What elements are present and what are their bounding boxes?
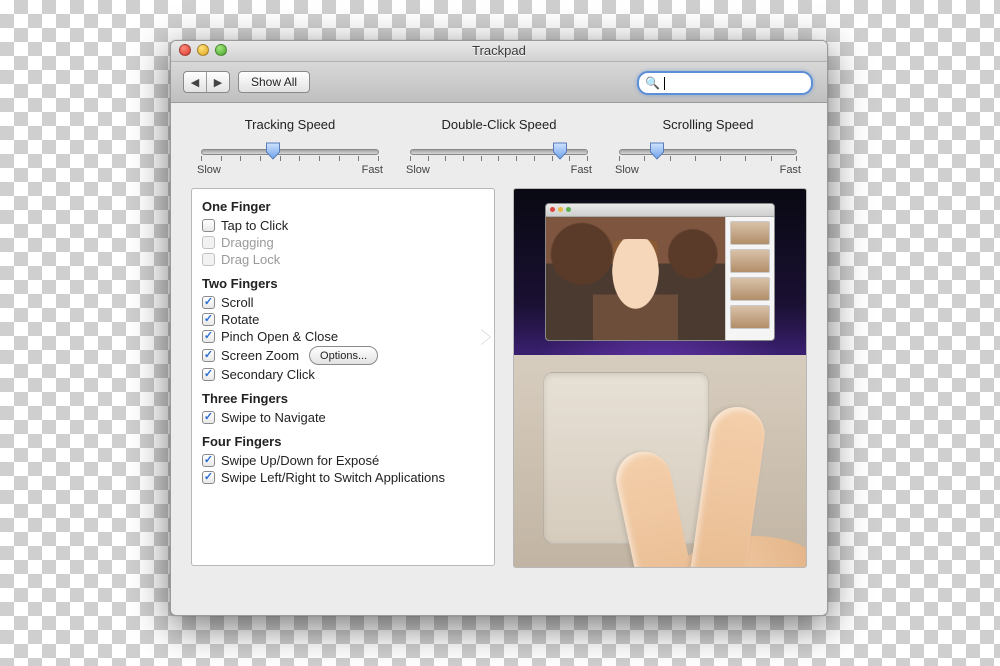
doubleclick-speed-thumb[interactable] [552, 142, 567, 160]
tracking-speed-label: Tracking Speed [195, 117, 385, 132]
content-row: One Finger Tap to Click Dragging Drag Lo… [191, 188, 807, 568]
gesture-preview [513, 188, 807, 568]
opt-dragging: Dragging [202, 234, 484, 251]
doubleclick-fast-label: Fast [571, 164, 592, 176]
search-input[interactable] [665, 75, 805, 91]
opt-drag-lock: Drag Lock [202, 251, 484, 268]
scrolling-fast-label: Fast [780, 164, 801, 176]
thumbnail [730, 249, 770, 273]
show-all-button[interactable]: Show All [238, 71, 310, 93]
tracking-fast-label: Fast [362, 164, 383, 176]
secondary-click-label: Secondary Click [221, 367, 315, 382]
forward-button[interactable]: ▶ [207, 72, 229, 92]
scrolling-speed-slider: Scrolling Speed Slow Fast [613, 117, 803, 176]
opt-tap-to-click[interactable]: Tap to Click [202, 217, 484, 234]
one-finger-heading: One Finger [202, 199, 484, 214]
screen-zoom-options-button[interactable]: Options... [309, 346, 378, 365]
scrolling-slow-label: Slow [615, 164, 639, 176]
checkbox-swipe-switch[interactable] [202, 471, 215, 484]
doubleclick-slow-label: Slow [406, 164, 430, 176]
scrolling-speed-track[interactable] [613, 142, 803, 162]
nav-segmented: ◀ ▶ [183, 71, 230, 93]
opt-swipe-switch[interactable]: Swipe Left/Right to Switch Applications [202, 469, 484, 486]
drag-lock-label: Drag Lock [221, 252, 280, 267]
checkbox-tap-to-click[interactable] [202, 219, 215, 232]
two-fingers-heading: Two Fingers [202, 276, 484, 291]
preview-photo [546, 217, 725, 340]
sliders-row: Tracking Speed Slow Fast Double-Clic [191, 117, 807, 176]
minimize-icon[interactable] [197, 44, 209, 56]
search-icon: 🔍 [645, 76, 660, 90]
four-fingers-heading: Four Fingers [202, 434, 484, 449]
toolbar: ◀ ▶ Show All 🔍 [171, 62, 827, 103]
preview-trackpad-area [514, 355, 806, 567]
search-field[interactable]: 🔍 [637, 71, 813, 95]
tracking-speed-thumb[interactable] [265, 142, 280, 160]
checkbox-scroll[interactable] [202, 296, 215, 309]
traffic-lights [179, 44, 227, 56]
opt-screen-zoom[interactable]: Screen Zoom Options... [202, 345, 484, 366]
checkbox-drag-lock [202, 253, 215, 266]
opt-scroll[interactable]: Scroll [202, 294, 484, 311]
checkbox-swipe-expose[interactable] [202, 454, 215, 467]
scroll-label: Scroll [221, 295, 254, 310]
zoom-icon[interactable] [215, 44, 227, 56]
opt-swipe-navigate[interactable]: Swipe to Navigate [202, 409, 484, 426]
opt-pinch[interactable]: Pinch Open & Close [202, 328, 484, 345]
doubleclick-speed-track[interactable] [404, 142, 594, 162]
scrolling-speed-label: Scrolling Speed [613, 117, 803, 132]
pinch-label: Pinch Open & Close [221, 329, 338, 344]
thumbnail [730, 305, 770, 329]
checkbox-pinch[interactable] [202, 330, 215, 343]
thumbnail [730, 277, 770, 301]
dragging-label: Dragging [221, 235, 274, 250]
preview-app-titlebar [546, 204, 774, 217]
swipe-switch-label: Swipe Left/Right to Switch Applications [221, 470, 445, 485]
preferences-window: Trackpad ◀ ▶ Show All 🔍 Tracking Speed [170, 40, 828, 616]
checkbox-secondary-click[interactable] [202, 368, 215, 381]
tap-to-click-label: Tap to Click [221, 218, 288, 233]
window-title: Trackpad [472, 43, 526, 58]
screen-zoom-label: Screen Zoom [221, 348, 299, 363]
checkbox-screen-zoom[interactable] [202, 349, 215, 362]
checkbox-swipe-navigate[interactable] [202, 411, 215, 424]
checkbox-dragging [202, 236, 215, 249]
doubleclick-speed-label: Double-Click Speed [404, 117, 594, 132]
rotate-label: Rotate [221, 312, 259, 327]
titlebar[interactable]: Trackpad [171, 41, 827, 62]
tracking-slow-label: Slow [197, 164, 221, 176]
swipe-navigate-label: Swipe to Navigate [221, 410, 326, 425]
back-button[interactable]: ◀ [184, 72, 207, 92]
tracking-speed-slider: Tracking Speed Slow Fast [195, 117, 385, 176]
opt-swipe-expose[interactable]: Swipe Up/Down for Exposé [202, 452, 484, 469]
close-icon[interactable] [179, 44, 191, 56]
scrolling-speed-thumb[interactable] [649, 142, 664, 160]
hand-illustration [607, 396, 807, 568]
preview-thumbnails [725, 217, 774, 340]
tracking-speed-track[interactable] [195, 142, 385, 162]
opt-rotate[interactable]: Rotate [202, 311, 484, 328]
preview-screen [514, 189, 806, 355]
opt-secondary-click[interactable]: Secondary Click [202, 366, 484, 383]
preview-app-window [545, 203, 775, 341]
gesture-options-list: One Finger Tap to Click Dragging Drag Lo… [191, 188, 495, 566]
thumbnail [730, 221, 770, 245]
swipe-expose-label: Swipe Up/Down for Exposé [221, 453, 379, 468]
checkbox-rotate[interactable] [202, 313, 215, 326]
three-fingers-heading: Three Fingers [202, 391, 484, 406]
doubleclick-speed-slider: Double-Click Speed Slow Fast [404, 117, 594, 176]
